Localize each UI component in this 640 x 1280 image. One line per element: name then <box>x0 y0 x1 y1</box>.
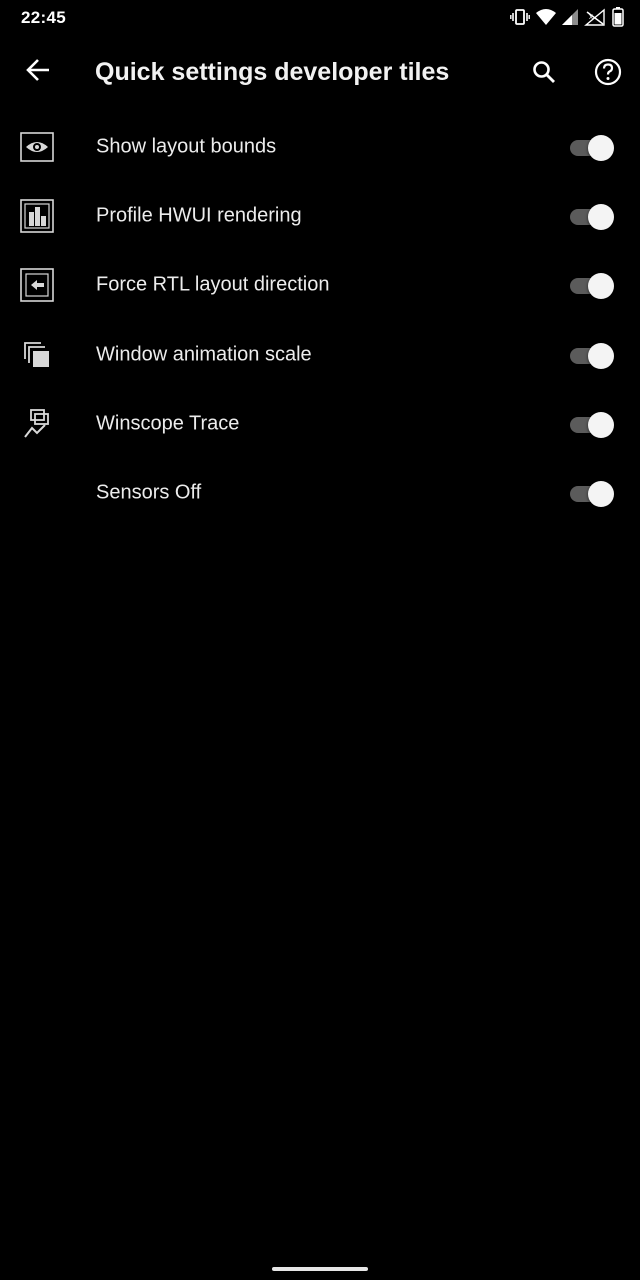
signal-icon <box>562 9 578 25</box>
toggle-thumb <box>588 273 614 300</box>
search-button[interactable] <box>522 52 566 96</box>
hwui-profile-toggle[interactable] <box>568 201 616 231</box>
status-icons: x <box>510 7 624 27</box>
arrow-back-icon <box>25 58 51 87</box>
tile-row-sensors-off[interactable]: Sensors Off <box>0 458 640 527</box>
hwui-profile-icon <box>20 199 54 233</box>
tile-row-winscope-trace[interactable]: Winscope Trace <box>0 389 640 458</box>
window-animation-icon <box>20 338 54 372</box>
tile-label: Sensors Off <box>96 481 202 504</box>
tile-list: Show layout bounds Profile HWUI renderin… <box>0 112 640 528</box>
toggle-thumb <box>588 481 614 508</box>
app-bar: Quick settings developer tiles <box>0 36 640 112</box>
tile-label: Winscope Trace <box>96 412 240 435</box>
window-animation-toggle[interactable] <box>568 340 616 370</box>
svg-text:x: x <box>589 12 593 21</box>
gesture-nav-handle[interactable] <box>272 1267 368 1271</box>
winscope-trace-icon <box>20 407 54 441</box>
layout-bounds-toggle[interactable] <box>568 132 616 162</box>
tile-label: Show layout bounds <box>96 135 277 158</box>
toggle-thumb <box>588 134 614 161</box>
status-time: 22:45 <box>21 8 66 27</box>
battery-icon <box>612 7 624 27</box>
search-icon <box>532 60 556 89</box>
tile-row-profile-hwui[interactable]: Profile HWUI rendering <box>0 181 640 250</box>
toggle-thumb <box>588 411 614 438</box>
page-title: Quick settings developer tiles <box>95 58 450 86</box>
help-icon <box>594 58 622 91</box>
no-signal-icon: x <box>584 8 606 26</box>
tile-row-show-layout-bounds[interactable]: Show layout bounds <box>0 112 640 181</box>
status-bar: 22:45 x <box>0 0 640 36</box>
tile-row-window-animation[interactable]: Window animation scale <box>0 320 640 389</box>
layout-bounds-icon <box>20 130 54 164</box>
toggle-thumb <box>588 203 614 230</box>
help-button[interactable] <box>586 52 630 96</box>
tile-label: Profile HWUI rendering <box>96 204 302 227</box>
tile-label: Force RTL layout direction <box>96 273 330 296</box>
wifi-icon <box>536 8 556 26</box>
winscope-trace-toggle[interactable] <box>568 409 616 439</box>
toggle-thumb <box>588 342 614 369</box>
tile-label: Window animation scale <box>96 343 312 366</box>
tile-row-force-rtl[interactable]: Force RTL layout direction <box>0 251 640 320</box>
sensors-off-toggle[interactable] <box>568 478 616 508</box>
rtl-direction-icon <box>20 268 54 303</box>
back-button[interactable] <box>16 50 60 94</box>
force-rtl-toggle[interactable] <box>568 270 616 300</box>
vibrate-icon <box>510 7 530 27</box>
